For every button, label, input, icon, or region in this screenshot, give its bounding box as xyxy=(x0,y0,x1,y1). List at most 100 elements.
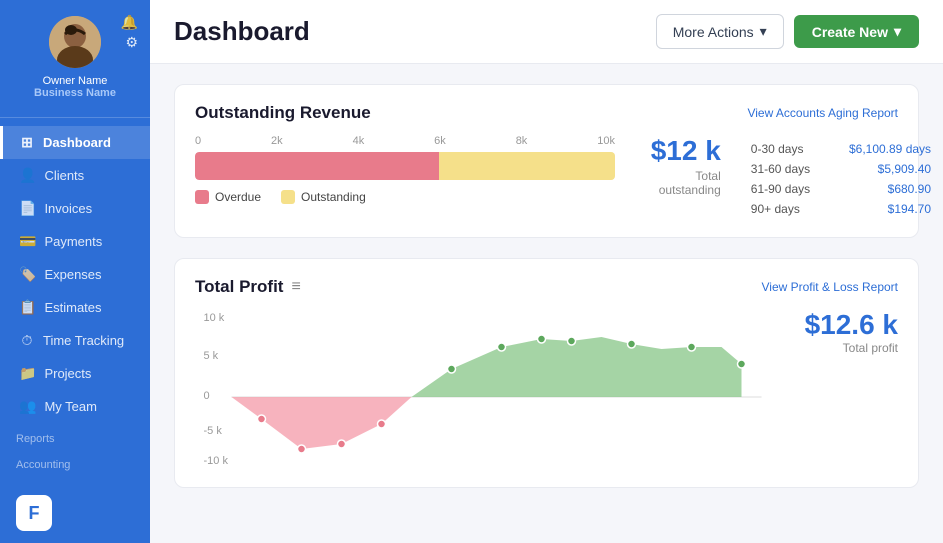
profit-amount-value: $12.6 k xyxy=(788,309,898,341)
gear-icon[interactable]: ⚙ xyxy=(125,34,138,51)
sidebar-item-my-team[interactable]: 👥 My Team xyxy=(0,390,150,423)
svg-text:0: 0 xyxy=(204,390,210,402)
data-point xyxy=(538,335,546,343)
data-point xyxy=(688,343,696,351)
data-point xyxy=(738,360,746,368)
overdue-dot xyxy=(195,190,209,204)
accounts-aging-report-link[interactable]: View Accounts Aging Report xyxy=(747,106,898,120)
create-new-button[interactable]: Create New ▾ xyxy=(794,15,919,48)
outstanding-revenue-right: $12 k Total outstanding 0-30 days $6,100.… xyxy=(639,135,931,219)
filter-icon[interactable]: ≡ xyxy=(291,278,300,296)
expenses-icon: 🏷️ xyxy=(19,266,36,283)
main-area: Dashboard More Actions ▾ Create New ▾ Ou… xyxy=(150,0,943,543)
outstanding-revenue-title: Outstanding Revenue xyxy=(195,103,371,123)
bar-legend: Overdue Outstanding xyxy=(195,190,615,204)
aging-range: 0-30 days xyxy=(751,142,804,156)
sidebar-item-projects[interactable]: 📁 Projects xyxy=(0,357,150,390)
outstanding-dot xyxy=(281,190,295,204)
data-point xyxy=(568,337,576,345)
profit-chart-svg: 10 k 5 k 0 -5 k -10 k xyxy=(195,309,788,469)
sidebar-item-label: Dashboard xyxy=(43,135,111,150)
page-title: Dashboard xyxy=(174,16,310,47)
payments-icon: 💳 xyxy=(19,233,36,250)
bell-icon[interactable]: 🔔 xyxy=(121,14,138,31)
section-label-addons: Add-ons xyxy=(0,475,150,483)
dashboard-icon: ⊞ xyxy=(19,134,35,151)
svg-text:-10 k: -10 k xyxy=(204,455,229,467)
aging-table-row: 61-90 days $680.90 xyxy=(751,179,931,199)
bar-track xyxy=(195,152,615,180)
total-profit-title: Total Profit xyxy=(195,277,283,297)
sidebar-item-label: Time Tracking xyxy=(43,333,124,348)
my-team-icon: 👥 xyxy=(19,398,36,415)
total-profit-title-area: Total Profit ≡ xyxy=(195,277,301,297)
clients-icon: 👤 xyxy=(19,167,36,184)
aging-table-row: 0-30 days $6,100.89 days xyxy=(751,139,931,159)
aging-range: 90+ days xyxy=(751,202,800,216)
total-profit-header: Total Profit ≡ View Profit & Loss Report xyxy=(195,277,898,297)
outstanding-revenue-chart: 0 2k 4k 6k 8k 10k Overdue xyxy=(195,135,615,204)
header-actions: More Actions ▾ Create New ▾ xyxy=(656,14,919,49)
total-profit-card: Total Profit ≡ View Profit & Loss Report… xyxy=(174,258,919,488)
data-point xyxy=(298,445,306,453)
owner-name-label: Owner Name xyxy=(43,75,108,87)
sidebar-item-clients[interactable]: 👤 Clients xyxy=(0,159,150,192)
sidebar-item-expenses[interactable]: 🏷️ Expenses xyxy=(0,258,150,291)
aging-value: $5,909.40 xyxy=(878,162,931,176)
outstanding-revenue-body: 0 2k 4k 6k 8k 10k Overdue xyxy=(195,135,898,219)
aging-value: $6,100.89 days xyxy=(849,142,931,156)
svg-text:10 k: 10 k xyxy=(204,312,225,324)
revenue-amount-value: $12 k xyxy=(639,135,721,167)
svg-text:5 k: 5 k xyxy=(204,350,219,362)
sidebar-item-payments[interactable]: 💳 Payments xyxy=(0,225,150,258)
data-point xyxy=(628,340,636,348)
estimates-icon: 📋 xyxy=(19,299,36,316)
data-point xyxy=(498,343,506,351)
invoices-icon: 📄 xyxy=(19,200,36,217)
data-point xyxy=(338,440,346,448)
sidebar-item-estimates[interactable]: 📋 Estimates xyxy=(0,291,150,324)
sidebar-item-label: My Team xyxy=(44,399,97,414)
data-point xyxy=(378,420,386,428)
projects-icon: 📁 xyxy=(19,365,36,382)
sidebar-item-label: Invoices xyxy=(44,201,92,216)
bar-scale: 0 2k 4k 6k 8k 10k xyxy=(195,135,615,147)
section-label-reports: Reports xyxy=(0,423,150,449)
profit-loss-report-link[interactable]: View Profit & Loss Report xyxy=(761,280,898,294)
total-profit-body: 10 k 5 k 0 -5 k -10 k xyxy=(195,309,898,469)
sidebar-item-label: Projects xyxy=(44,366,91,381)
overdue-label: Overdue xyxy=(215,190,261,204)
aging-range: 61-90 days xyxy=(751,182,810,196)
aging-value: $194.70 xyxy=(888,202,931,216)
outstanding-label: Outstanding xyxy=(301,190,366,204)
aging-range: 31-60 days xyxy=(751,162,810,176)
business-name-label: Business Name xyxy=(34,87,116,99)
sidebar-item-label: Expenses xyxy=(44,267,101,282)
main-content: Outstanding Revenue View Accounts Aging … xyxy=(150,64,943,543)
sidebar-profile: 🔔 ⚙ Owner Name Business Name xyxy=(0,0,150,109)
sidebar-bottom: F xyxy=(0,483,150,543)
sidebar-item-label: Clients xyxy=(44,168,84,183)
sidebar-item-label: Estimates xyxy=(44,300,101,315)
sidebar-item-dashboard[interactable]: ⊞ Dashboard xyxy=(0,126,150,159)
sidebar-item-time-tracking[interactable]: ⏱ Time Tracking xyxy=(0,324,150,357)
revenue-total: $12 k Total outstanding xyxy=(639,135,721,197)
legend-outstanding: Outstanding xyxy=(281,190,366,204)
avatar xyxy=(49,16,101,68)
aging-value: $680.90 xyxy=(888,182,931,196)
more-actions-button[interactable]: More Actions ▾ xyxy=(656,14,784,49)
profit-label: Total profit xyxy=(788,341,898,355)
sidebar-item-invoices[interactable]: 📄 Invoices xyxy=(0,192,150,225)
time-tracking-icon: ⏱ xyxy=(19,332,35,349)
profit-chart: 10 k 5 k 0 -5 k -10 k xyxy=(195,309,788,469)
profit-total: $12.6 k Total profit xyxy=(788,309,898,355)
outstanding-revenue-card: Outstanding Revenue View Accounts Aging … xyxy=(174,84,919,238)
bar-overdue xyxy=(195,152,439,180)
sidebar-item-label: Payments xyxy=(44,234,102,249)
revenue-total-label: Total outstanding xyxy=(639,169,721,197)
aging-table: 0-30 days $6,100.89 days 31-60 days $5,909.… xyxy=(751,139,931,219)
section-label-accounting: Accounting xyxy=(0,449,150,475)
sidebar-nav: ⊞ Dashboard 👤 Clients 📄 Invoices 💳 Payments 🏷️ Ex… xyxy=(0,126,150,483)
outstanding-revenue-header: Outstanding Revenue View Accounts Aging … xyxy=(195,103,898,123)
aging-table-row: 90+ days $194.70 xyxy=(751,199,931,219)
